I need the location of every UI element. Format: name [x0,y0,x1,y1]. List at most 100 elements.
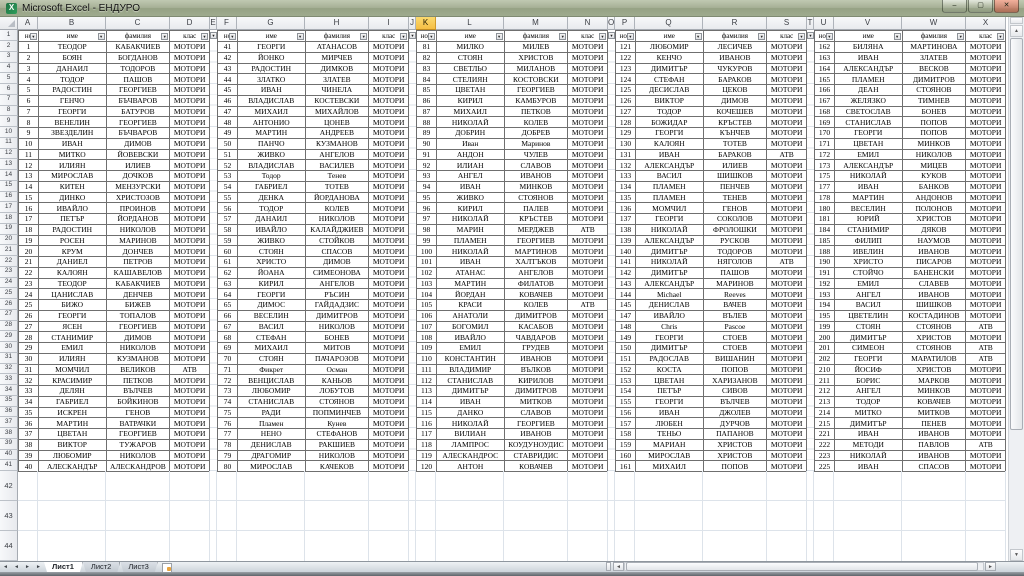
cell-class[interactable]: МОТОРИ [966,160,1006,171]
cell-number[interactable]: 78 [218,440,238,451]
cell-name[interactable]: ЖИВКО [238,150,306,161]
column-header-M[interactable]: M [504,17,568,30]
cell-class[interactable]: МОТОРИ [767,117,807,128]
cell-class[interactable]: МОТОРИ [170,311,210,322]
cell-number[interactable]: 11 [19,150,39,161]
cell-surname[interactable]: ПАЛЕВ [505,203,569,214]
cell-class[interactable]: МОТОРИ [568,451,608,462]
cell-number[interactable]: 150 [616,343,636,354]
cell-name[interactable]: ХРИСТО [238,257,306,268]
cell-surname[interactable]: ВИШАНИН [704,354,768,365]
cell-class[interactable]: МОТОРИ [170,203,210,214]
cell-class[interactable]: МОТОРИ [767,375,807,386]
cell-number[interactable]: 194 [815,300,835,311]
cell-name[interactable]: ИСКРЕН [39,408,107,419]
cell-class[interactable]: МОТОРИ [568,193,608,204]
row-header-44[interactable]: 44 [0,531,18,561]
cell-surname[interactable]: КОВАЧЕВ [505,289,569,300]
cell-number[interactable]: 99 [417,236,437,247]
cell-name[interactable]: МАРТИН [39,418,107,429]
cell-name[interactable]: АЛЕКСАНДЪР [636,279,704,290]
cell-name[interactable]: ЙОСИФ [835,365,903,376]
cell-number[interactable]: 16 [19,203,39,214]
cell-class[interactable]: МОТОРИ [767,96,807,107]
cell-surname[interactable]: ХРИСТОВ [505,53,569,64]
cell-surname[interactable]: ИВАНОВ [903,246,967,257]
cell-surname[interactable]: МИТКОВ [505,397,569,408]
cell-number[interactable]: 159 [616,440,636,451]
header-cell-number[interactable]: но▼ [19,31,39,42]
cell-number[interactable]: 7 [19,107,39,118]
cell-name[interactable]: КАЛОЯН [39,268,107,279]
cell-surname[interactable]: ДОБРЕВ [505,128,569,139]
cell-name[interactable]: ЕМИЛ [437,343,505,354]
header-cell-surname[interactable]: фамилия▼ [306,31,370,42]
cell-class[interactable]: МОТОРИ [767,107,807,118]
column-header-O[interactable]: O [608,17,615,30]
filter-dropdown-icon[interactable]: ▼ [997,33,1004,40]
cell-surname[interactable]: ШИШКОВ [903,300,967,311]
cell-number[interactable]: 127 [616,107,636,118]
cell-class[interactable]: МОТОРИ [170,214,210,225]
cell-surname[interactable]: ДИМОВ [107,139,171,150]
row-header-40[interactable]: 40 [0,450,18,461]
filter-dropdown-icon[interactable]: ▼ [409,32,416,39]
cell-name[interactable]: АЛЕКСАНДЪР [835,160,903,171]
cell-number[interactable]: 4 [19,74,39,85]
cell-name[interactable]: ДИМИТЪР [636,64,704,75]
cell-class[interactable]: МОТОРИ [369,74,409,85]
cell-surname[interactable]: СТОЯНОВ [505,193,569,204]
cell-surname[interactable]: КОЛЕВ [505,117,569,128]
cell-name[interactable]: СТАНИСЛАВ [835,117,903,128]
cell-name[interactable]: МАРТИН [835,193,903,204]
cell-class[interactable]: МОТОРИ [966,53,1006,64]
cell-name[interactable]: ИВАН [636,408,704,419]
cell-class[interactable]: МОТОРИ [767,182,807,193]
cell-surname[interactable]: НИКОЛОВ [107,343,171,354]
cell-number[interactable]: 201 [815,343,835,354]
cell-name[interactable]: ДЕНКА [238,193,306,204]
row-header-36[interactable]: 36 [0,407,18,418]
cell-name[interactable]: ЛЮБОМИР [636,42,704,53]
cell-number[interactable]: 77 [218,429,238,440]
cell-surname[interactable]: Reeves [704,289,768,300]
filter-dropdown-icon[interactable]: ▼ [496,33,503,40]
cell-name[interactable]: ГЕОРГИ [39,107,107,118]
cell-number[interactable]: 33 [19,386,39,397]
cell-number[interactable]: 191 [815,268,835,279]
cell-class[interactable]: МОТОРИ [767,160,807,171]
cell-name[interactable]: АНГЕЛ [437,171,505,182]
cell-name[interactable]: ВЕНЦИСЛАВ [238,375,306,386]
cell-name[interactable]: Пламен [238,418,306,429]
cell-number[interactable]: 31 [19,365,39,376]
minimize-button[interactable]: – [942,0,967,13]
cell-surname[interactable]: ИВАНОВ [903,429,967,440]
cell-name[interactable]: АЛЕСКАНДРОС [437,451,505,462]
cell-class[interactable]: МОТОРИ [966,311,1006,322]
cell-number[interactable]: 72 [218,375,238,386]
cell-surname[interactable]: АНДОНОВ [903,193,967,204]
filter-dropdown-icon[interactable]: ▼ [695,33,702,40]
cell-name[interactable]: ДИМОС [238,300,306,311]
row-header-25[interactable]: 25 [0,288,18,299]
cell-name[interactable]: ДАНИЕЛ [39,257,107,268]
cell-surname[interactable]: ПЕТРОВ [107,257,171,268]
row-header-14[interactable]: 14 [0,170,18,181]
cell-name[interactable]: МАРТИН [437,279,505,290]
cell-number[interactable]: 215 [815,418,835,429]
cell-class[interactable]: МОТОРИ [966,365,1006,376]
cell-surname[interactable]: ИВАНОВ [505,429,569,440]
cell-class[interactable]: АТВ [966,440,1006,451]
cell-class[interactable]: МОТОРИ [568,332,608,343]
cell-surname[interactable]: ЧУЛЕВ [505,150,569,161]
column-header-G[interactable]: G [237,17,305,30]
cell-number[interactable]: 153 [616,375,636,386]
cell-number[interactable]: 140 [616,246,636,257]
cell-name[interactable]: СТАНИМИР [39,332,107,343]
scroll-up-arrow[interactable]: ▲ [1010,25,1023,37]
cell-number[interactable]: 68 [218,332,238,343]
cell-name[interactable]: РАДОСТИН [238,64,306,75]
cell-name[interactable]: НИКОЛАЙ [835,171,903,182]
cell-name[interactable]: АТАНАС [437,268,505,279]
cell-surname[interactable]: ХРИСТОВ [903,332,967,343]
